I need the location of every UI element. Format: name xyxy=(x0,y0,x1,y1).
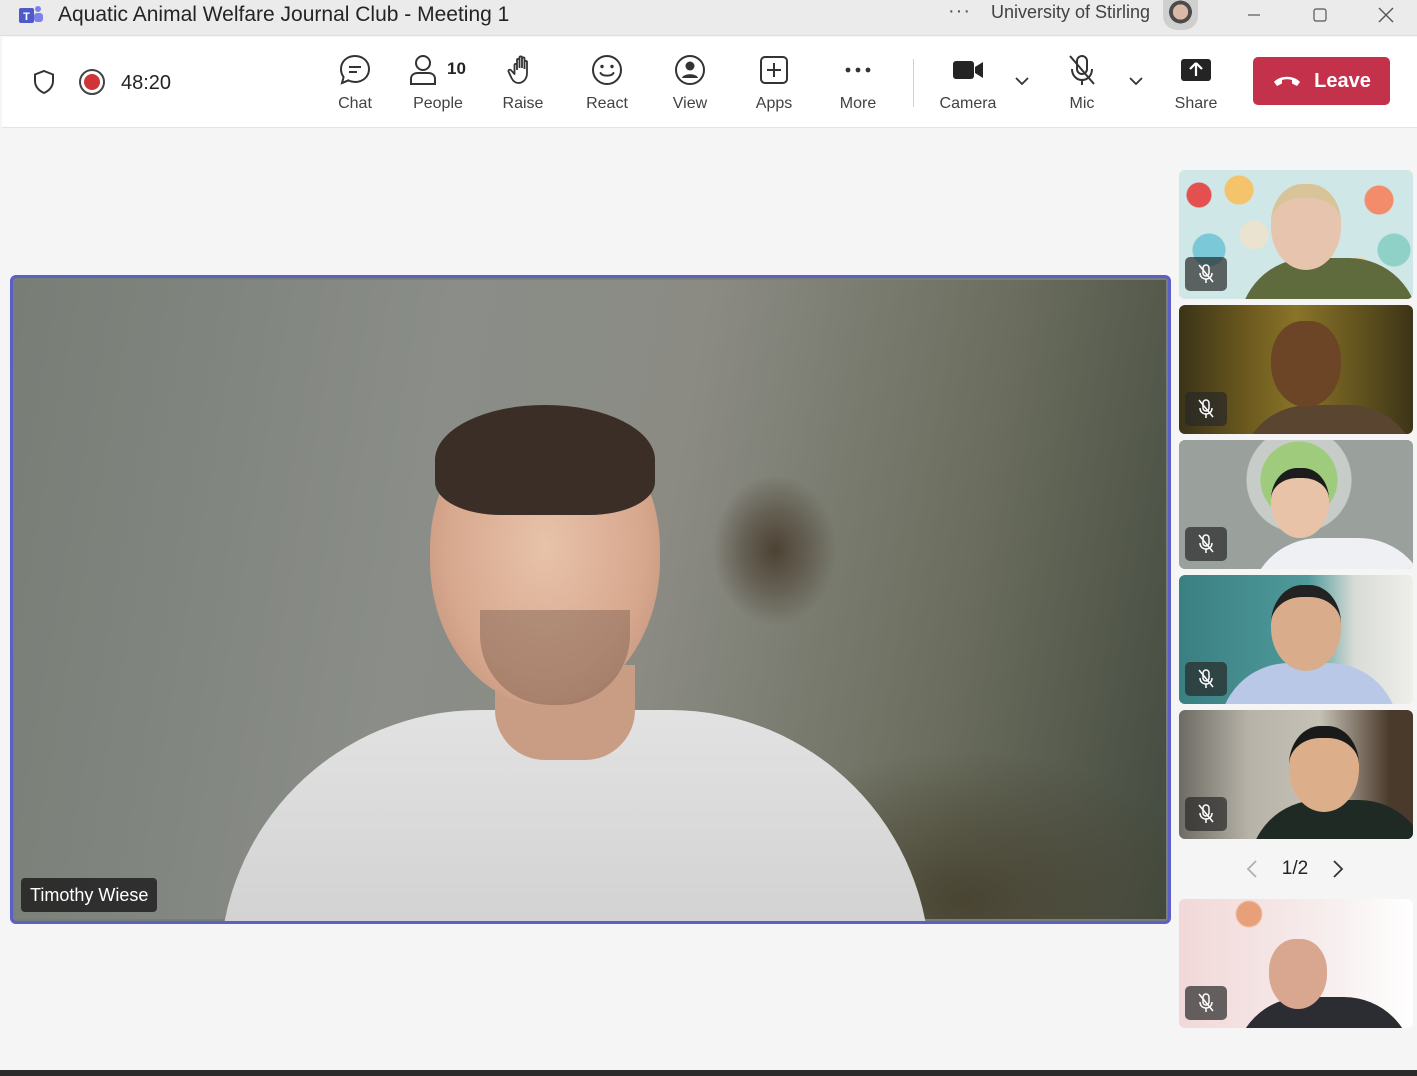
maximize-button[interactable] xyxy=(1290,0,1350,30)
share-label: Share xyxy=(1174,95,1218,112)
participant-tile[interactable] xyxy=(1179,575,1413,704)
speaker-hair xyxy=(435,405,655,515)
mic-off-icon xyxy=(1198,534,1214,553)
muted-badge xyxy=(1185,662,1227,696)
muted-badge xyxy=(1185,392,1227,426)
camera-options-chevron-icon[interactable] xyxy=(1014,75,1030,87)
shield-icon[interactable] xyxy=(32,69,56,95)
muted-badge xyxy=(1185,527,1227,561)
people-icon xyxy=(410,55,436,85)
camera-button[interactable]: Camera xyxy=(928,51,1008,117)
react-button[interactable]: React xyxy=(567,51,647,117)
participant-face xyxy=(1269,939,1327,1009)
phone-hangup-icon xyxy=(1274,76,1301,86)
raise-hand-button[interactable]: Raise xyxy=(483,51,563,117)
people-button[interactable]: People xyxy=(398,51,478,117)
recording-indicator xyxy=(84,74,100,90)
participant-face xyxy=(1271,184,1341,270)
people-count-badge: 10 xyxy=(447,59,466,78)
record-icon[interactable] xyxy=(79,69,105,95)
minimize-icon xyxy=(1248,14,1260,16)
view-label: View xyxy=(672,95,708,112)
muted-badge xyxy=(1185,986,1227,1020)
close-icon xyxy=(1378,7,1394,23)
mic-options-chevron-icon[interactable] xyxy=(1128,75,1144,87)
more-icon xyxy=(845,67,871,73)
people-label: People xyxy=(413,95,463,112)
leave-label: Leave xyxy=(1314,69,1371,92)
muted-badge xyxy=(1185,797,1227,831)
main-speaker-video[interactable]: Timothy Wiese xyxy=(10,275,1171,924)
minimize-button[interactable] xyxy=(1224,0,1284,30)
apps-button[interactable]: Apps xyxy=(734,51,814,117)
self-view-tile[interactable] xyxy=(1179,899,1413,1028)
teams-icon: T xyxy=(19,6,43,23)
share-icon xyxy=(1181,59,1211,81)
speaker-name-tag: Timothy Wiese xyxy=(21,878,158,912)
apps-label: Apps xyxy=(755,95,793,112)
participant-tile[interactable] xyxy=(1179,440,1413,569)
svg-text:T: T xyxy=(23,11,30,23)
camera-icon xyxy=(953,61,983,79)
more-button[interactable]: More xyxy=(818,51,898,117)
participant-face xyxy=(1271,585,1341,671)
react-label: React xyxy=(586,95,628,112)
mic-off-icon xyxy=(1198,804,1214,823)
title-bar: T Aquatic Animal Welfare Journal Club - … xyxy=(0,0,1417,36)
close-button[interactable] xyxy=(1356,0,1416,30)
raise-hand-icon xyxy=(507,55,528,84)
meeting-toolbar: 48:20 Chat People 10 Raise React View Ap… xyxy=(2,37,1417,128)
react-icon xyxy=(592,55,622,85)
chat-icon xyxy=(339,54,371,85)
chat-label: Chat xyxy=(338,95,372,112)
mic-off-icon xyxy=(1198,669,1214,688)
mic-off-icon xyxy=(1198,399,1214,418)
pager-text: 1/2 xyxy=(1281,858,1309,879)
user-avatar[interactable] xyxy=(1163,0,1198,30)
maximize-icon xyxy=(1313,8,1327,22)
apps-icon xyxy=(760,56,788,84)
toolbar-divider xyxy=(913,59,914,107)
participant-face xyxy=(1271,321,1341,407)
chevron-left-icon[interactable] xyxy=(1245,859,1259,879)
participant-face xyxy=(1289,726,1359,812)
view-icon xyxy=(675,55,705,85)
participant-pager: 1/2 xyxy=(1245,852,1345,886)
mic-label: Mic xyxy=(1069,95,1095,112)
more-label: More xyxy=(839,95,877,112)
participant-tile[interactable] xyxy=(1179,170,1413,299)
taskbar-edge xyxy=(0,1070,1417,1076)
mic-off-icon xyxy=(1198,264,1214,283)
muted-badge xyxy=(1185,257,1227,291)
chevron-right-icon[interactable] xyxy=(1331,859,1345,879)
mic-off-icon xyxy=(1069,55,1095,85)
mic-off-icon xyxy=(1198,993,1214,1012)
participant-face xyxy=(1271,468,1329,538)
participant-tile[interactable] xyxy=(1179,710,1413,839)
meeting-timer: 48:20 xyxy=(121,72,172,94)
chat-button[interactable]: Chat xyxy=(315,51,395,117)
leave-button[interactable]: Leave xyxy=(1253,57,1390,105)
organization-label[interactable]: University of Stirling xyxy=(991,2,1150,23)
camera-label: Camera xyxy=(939,95,997,112)
participant-tile[interactable] xyxy=(1179,305,1413,434)
share-button[interactable]: Share xyxy=(1156,51,1236,117)
speaker-video-feed xyxy=(15,280,1166,921)
raise-label: Raise xyxy=(502,95,544,112)
view-button[interactable]: View xyxy=(650,51,730,117)
mic-button[interactable]: Mic xyxy=(1042,51,1122,117)
meeting-title: Aquatic Animal Welfare Journal Club - Me… xyxy=(58,3,510,26)
title-more-options-button[interactable]: ··· xyxy=(948,0,971,23)
